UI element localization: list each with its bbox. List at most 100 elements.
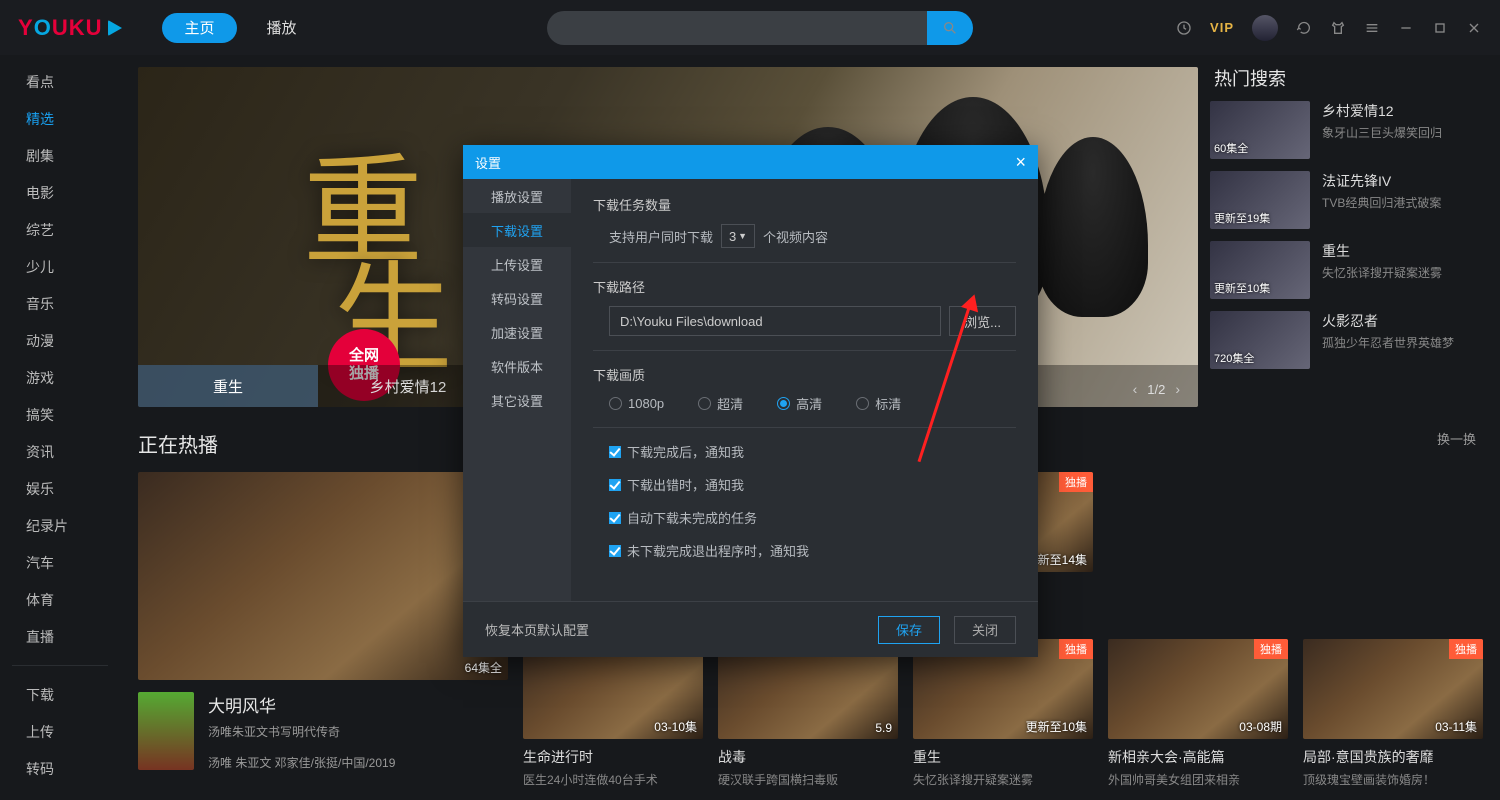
video-card[interactable]: 独播03-11集局部·意国贵族的奢靡顶级瑰宝壁画装饰婚房！	[1303, 639, 1483, 788]
search-button[interactable]	[927, 11, 973, 45]
refresh-button[interactable]: 换一换	[1437, 429, 1476, 448]
save-button[interactable]: 保存	[878, 616, 940, 644]
sidebar-tool[interactable]: 上传	[0, 713, 120, 750]
sidebar-item[interactable]: 汽车	[0, 544, 120, 581]
hot-item[interactable]: 720集全火影忍者孤独少年忍者世界英雄梦	[1210, 311, 1496, 369]
sidebar-item[interactable]: 精选	[0, 100, 120, 137]
settings-tab[interactable]: 上传设置	[463, 247, 571, 281]
hero-pager: ‹ 1/2 ›	[1133, 381, 1180, 397]
settings-dialog: 设置 × 播放设置下载设置上传设置转码设置加速设置软件版本其它设置 下载任务数量…	[463, 145, 1038, 657]
settings-tab[interactable]: 转码设置	[463, 281, 571, 315]
vip-badge[interactable]: VIP	[1210, 20, 1234, 35]
menu-icon[interactable]	[1364, 20, 1380, 36]
hot-sub: TVB经典回归港式破案	[1322, 194, 1441, 211]
hot-search-title: 热门搜索	[1214, 65, 1496, 91]
reset-defaults[interactable]: 恢复本页默认配置	[485, 620, 589, 639]
video-card[interactable]: 独播更新至10集重生失忆张译搜开疑案迷雾	[913, 639, 1093, 788]
sidebar-tool[interactable]: 转码	[0, 750, 120, 787]
sidebar-item[interactable]: 综艺	[0, 211, 120, 248]
sidebar-item[interactable]: 音乐	[0, 285, 120, 322]
video-card[interactable]: 独播03-08期新相亲大会·高能篇外国帅哥美女组团来相亲	[1108, 639, 1288, 788]
hero-tab[interactable]: 重生	[138, 365, 318, 407]
sidebar-item[interactable]: 剧集	[0, 137, 120, 174]
settings-tab[interactable]: 下载设置	[463, 213, 571, 247]
hot-title: 重生	[1322, 241, 1442, 261]
hot-item[interactable]: 60集全乡村爱情12 象牙山三巨头爆笑回归	[1210, 101, 1496, 159]
pager-prev[interactable]: ‹	[1133, 381, 1138, 397]
option-checkbox[interactable]: 未下载完成退出程序时，通知我	[609, 541, 809, 560]
hot-thumb: 更新至10集	[1210, 241, 1310, 299]
minimize-icon[interactable]	[1398, 20, 1414, 36]
video-card[interactable]: 5.9战毒硬汉联手跨国横扫毒贩	[718, 639, 898, 788]
settings-content: 下载任务数量 支持用户同时下载 3▼ 个视频内容 下载路径 浏览... 下载画质…	[571, 179, 1038, 601]
close-button[interactable]: 关闭	[954, 616, 1016, 644]
sidebar-item[interactable]: 直播	[0, 618, 120, 655]
hot-title: 法证先锋IV	[1322, 171, 1441, 191]
dialog-close-icon[interactable]: ×	[1015, 153, 1026, 171]
sidebar-item[interactable]: 体育	[0, 581, 120, 618]
nav-tab-1[interactable]: 播放	[245, 13, 319, 43]
top-bar: YOUKU 主页播放 VIP	[0, 0, 1500, 55]
poster-thumb	[138, 692, 194, 770]
hot-search-panel: 热门搜索 60集全乡村爱情12 象牙山三巨头爆笑回归更新至19集法证先锋IV TVB…	[1210, 55, 1500, 381]
label-quality: 下载画质	[593, 365, 1016, 384]
card-meta: 汤唯 朱亚文 邓家佳/张挺/中国/2019	[208, 754, 508, 771]
quality-radio[interactable]: 标清	[856, 394, 901, 413]
hot-item[interactable]: 更新至19集法证先锋IV TVB经典回归港式破案	[1210, 171, 1496, 229]
refresh-icon[interactable]	[1296, 20, 1312, 36]
nav-tab-0[interactable]: 主页	[162, 13, 236, 43]
option-checkbox[interactable]: 下载完成后，通知我	[609, 442, 744, 461]
logo[interactable]: YOUKU	[18, 15, 122, 41]
sidebar-item[interactable]: 娱乐	[0, 470, 120, 507]
card-sub: 汤唯朱亚文书写明代传奇	[208, 723, 508, 740]
hot-sub: 象牙山三巨头爆笑回归	[1322, 124, 1442, 141]
search	[547, 11, 973, 45]
maximize-icon[interactable]	[1432, 20, 1448, 36]
search-input[interactable]	[547, 11, 927, 45]
hot-title: 乡村爱情12	[1322, 101, 1442, 121]
download-path-input[interactable]	[609, 306, 941, 336]
dialog-title: 设置	[475, 153, 501, 172]
video-card[interactable]: 03-10集生命进行时医生24小时连做40台手术	[523, 639, 703, 788]
hot-thumb: 60集全	[1210, 101, 1310, 159]
sidebar-item[interactable]: 游戏	[0, 359, 120, 396]
quality-radio[interactable]: 超清	[698, 394, 743, 413]
quality-radio[interactable]: 高清	[777, 394, 822, 413]
quality-radio[interactable]: 1080p	[609, 396, 664, 411]
hot-sub: 失忆张译搜开疑案迷雾	[1322, 264, 1442, 281]
settings-tab[interactable]: 播放设置	[463, 179, 571, 213]
close-icon[interactable]	[1466, 20, 1482, 36]
hot-title: 火影忍者	[1322, 311, 1454, 331]
sidebar-item[interactable]: 纪录片	[0, 507, 120, 544]
sidebar-item[interactable]: 动漫	[0, 322, 120, 359]
history-icon[interactable]	[1176, 20, 1192, 36]
hot-thumb: 更新至19集	[1210, 171, 1310, 229]
browse-button[interactable]: 浏览...	[949, 306, 1016, 336]
sidebar-tool[interactable]: 下载	[0, 676, 120, 713]
skin-icon[interactable]	[1330, 20, 1346, 36]
sidebar-item[interactable]: 搞笑	[0, 396, 120, 433]
sidebar-item[interactable]: 电影	[0, 174, 120, 211]
settings-tab[interactable]: 软件版本	[463, 349, 571, 383]
featured-card[interactable]: 64集全 大明风华 汤唯朱亚文书写明代传奇 汤唯 朱亚文 邓家佳/张挺/中国/2…	[138, 472, 508, 788]
settings-tab[interactable]: 加速设置	[463, 315, 571, 349]
option-checkbox[interactable]: 下载出错时，通知我	[609, 475, 744, 494]
sidebar: 看点精选剧集电影综艺少儿音乐动漫游戏搞笑资讯娱乐纪录片汽车体育直播 下载上传转码	[0, 55, 120, 800]
label-task-count: 下载任务数量	[593, 195, 1016, 214]
option-checkbox[interactable]: 自动下载未完成的任务	[609, 508, 757, 527]
play-icon	[108, 20, 122, 36]
card-title: 大明风华	[208, 692, 508, 717]
task-count-select[interactable]: 3▼	[721, 224, 755, 248]
label-download-path: 下载路径	[593, 277, 1016, 296]
sidebar-item[interactable]: 少儿	[0, 248, 120, 285]
search-icon	[942, 20, 958, 36]
settings-tabs: 播放设置下载设置上传设置转码设置加速设置软件版本其它设置	[463, 179, 571, 601]
dialog-titlebar[interactable]: 设置 ×	[463, 145, 1038, 179]
hot-item[interactable]: 更新至10集重生失忆张译搜开疑案迷雾	[1210, 241, 1496, 299]
avatar[interactable]	[1252, 15, 1278, 41]
settings-tab[interactable]: 其它设置	[463, 383, 571, 417]
hot-thumb: 720集全	[1210, 311, 1310, 369]
sidebar-item[interactable]: 资讯	[0, 433, 120, 470]
pager-next[interactable]: ›	[1175, 381, 1180, 397]
sidebar-item[interactable]: 看点	[0, 63, 120, 100]
